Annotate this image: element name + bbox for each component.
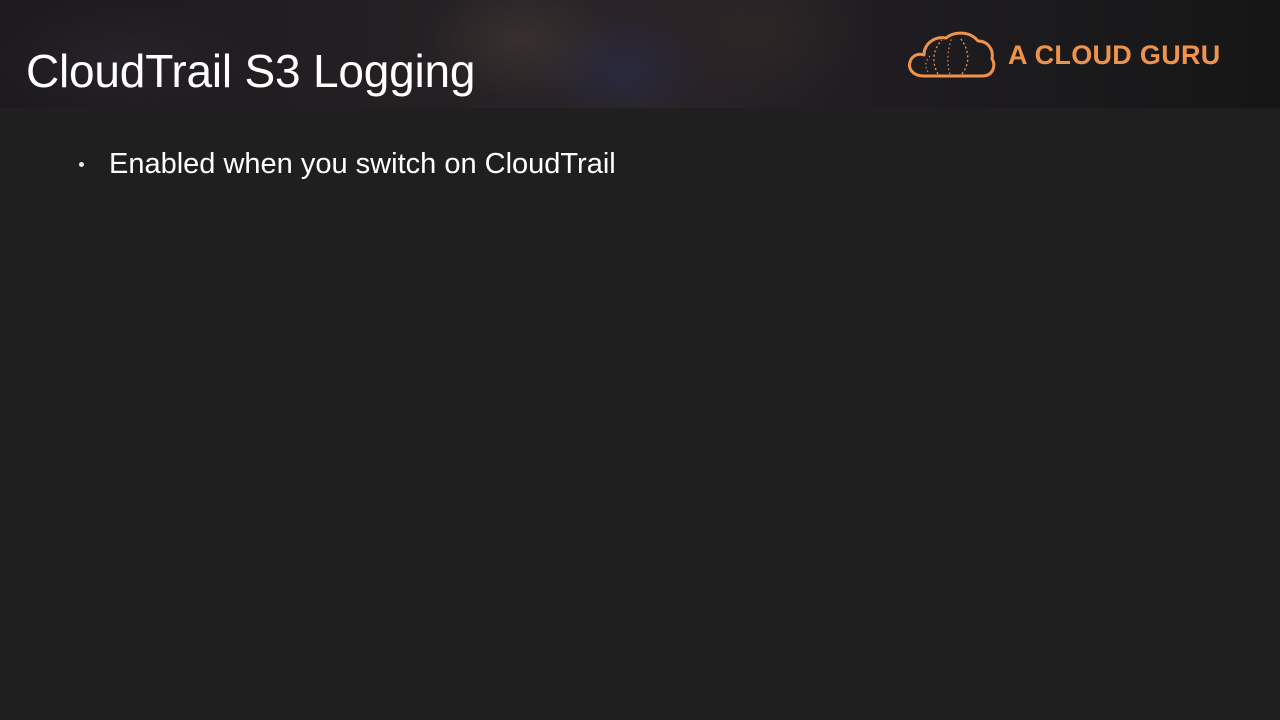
slide: CloudTrail S3 Logging A CLOUD GURU Enabl… [0, 0, 1280, 720]
bullet-icon [79, 161, 84, 167]
list-item: Enabled when you switch on CloudTrail [78, 144, 616, 184]
brand-name: A CLOUD GURU [1008, 39, 1221, 70]
cloud-logo-icon [908, 31, 996, 78]
slide-title: CloudTrail S3 Logging [26, 45, 476, 97]
bullet-text: Enabled when you switch on CloudTrail [109, 147, 616, 180]
brand-logo: A CLOUD GURU [904, 28, 1249, 82]
slide-header: CloudTrail S3 Logging A CLOUD GURU [0, 0, 1280, 108]
bullet-list: Enabled when you switch on CloudTrail [78, 144, 616, 184]
